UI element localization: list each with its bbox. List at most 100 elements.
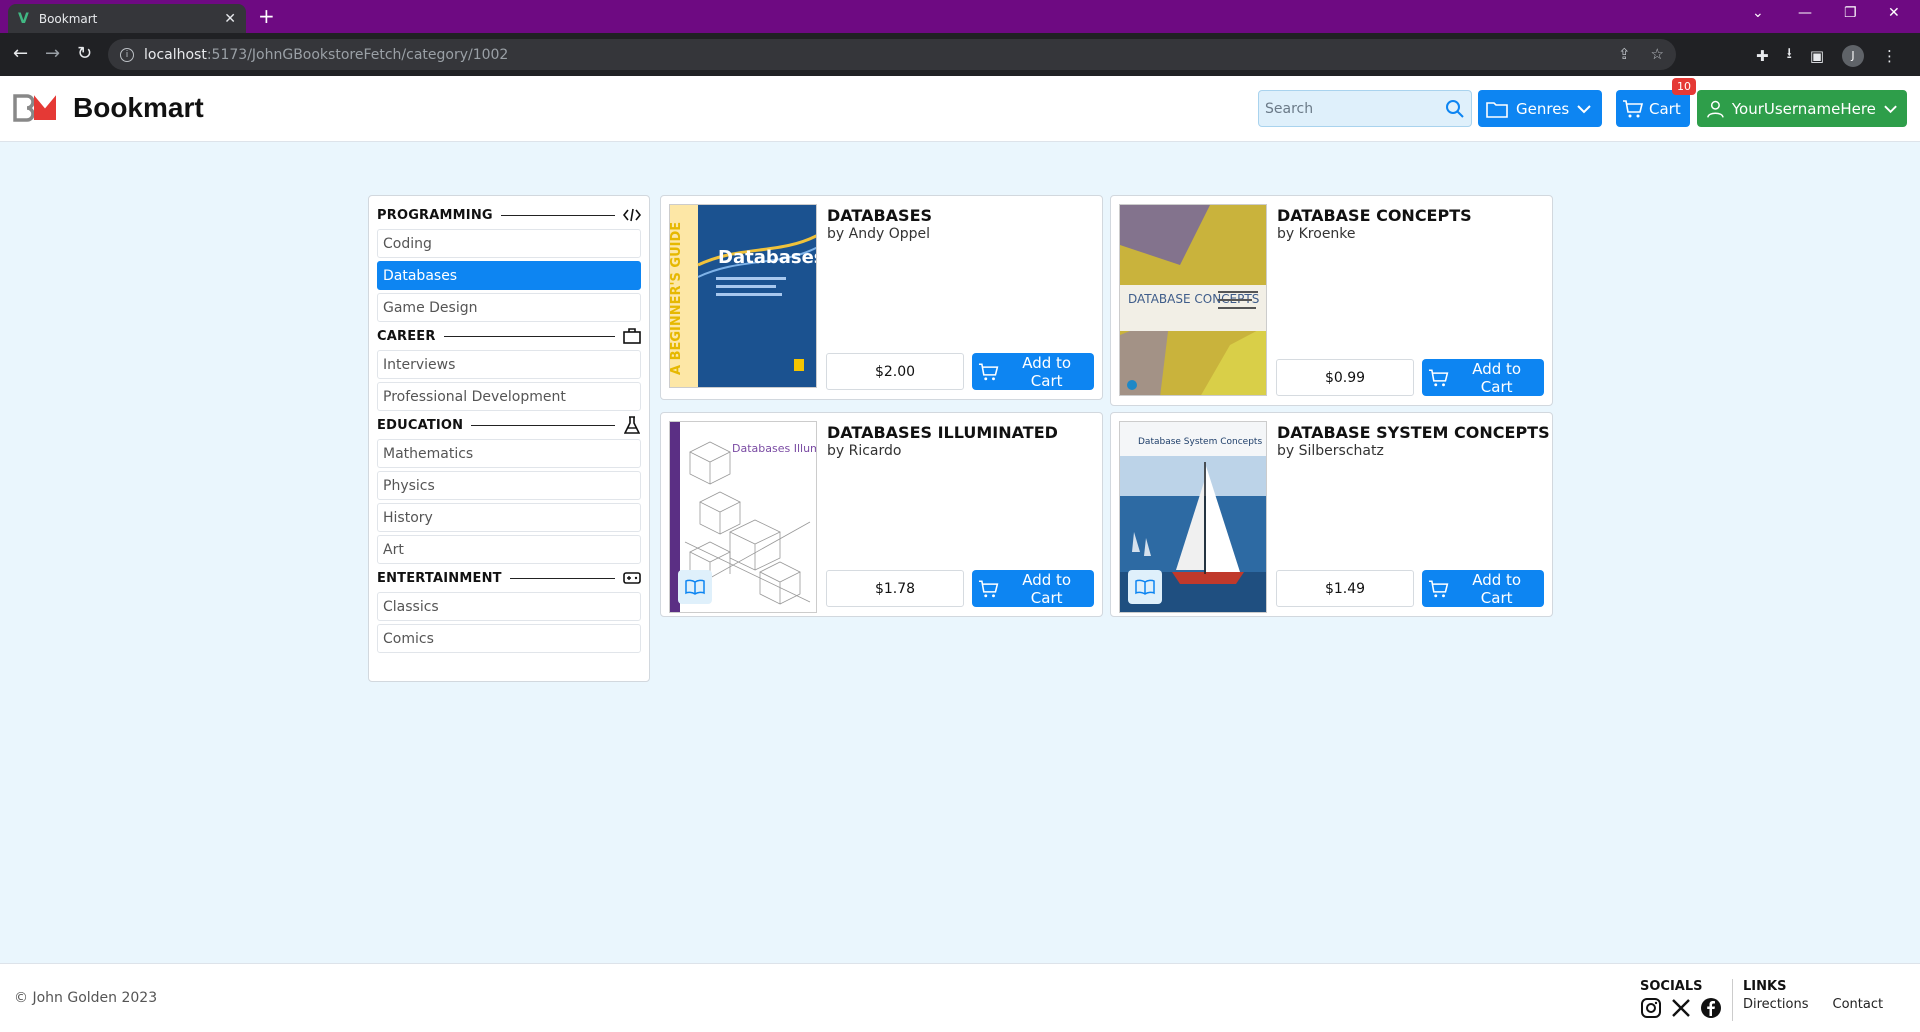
- sidebar-item-history[interactable]: History: [377, 503, 641, 532]
- links-section: LINKS Directions Contact: [1732, 979, 1883, 1021]
- back-icon[interactable]: ←: [13, 43, 28, 64]
- browser-toolbar: ← → ↻ i localhost:5173/JohnGBookstoreFet…: [0, 33, 1920, 76]
- folder-icon: [1486, 101, 1508, 118]
- open-book-icon: [1135, 579, 1155, 595]
- add-to-cart-button[interactable]: Add to Cart: [1422, 570, 1544, 607]
- cover-spine-text: A BEGINNER'S GUIDE: [670, 222, 684, 375]
- bookmark-star-icon[interactable]: ☆: [1651, 45, 1664, 63]
- socials-section: SOCIALS: [1640, 979, 1722, 1019]
- add-to-cart-label: Add to Cart: [1022, 353, 1072, 390]
- price: $0.99: [1276, 359, 1414, 396]
- search-input[interactable]: [1265, 100, 1445, 117]
- download-icon[interactable]: ⭳: [1787, 43, 1792, 68]
- add-to-cart-button[interactable]: Add to Cart: [1422, 359, 1544, 396]
- user-icon: [1707, 100, 1724, 118]
- cover-title-text: Databases: [718, 247, 817, 268]
- read-preview-badge[interactable]: [678, 570, 712, 604]
- browser-tab-bar: V Bookmart ✕ + ⌄ — ❐ ✕: [0, 0, 1920, 33]
- open-book-icon: [685, 579, 705, 595]
- divider: [500, 214, 615, 216]
- book-author: by Kroenke: [1277, 226, 1356, 242]
- book-card: A BEGINNER'S GUIDE Databases DATABASES b…: [660, 195, 1103, 400]
- category-header-programming: PROGRAMMING: [377, 204, 641, 226]
- sidebar-item-databases[interactable]: Databases: [377, 261, 641, 290]
- read-preview-badge[interactable]: [1128, 570, 1162, 604]
- book-cover-art: A BEGINNER'S GUIDE Databases: [670, 205, 817, 387]
- sidebar-item-comics[interactable]: Comics: [377, 624, 641, 653]
- search-box: [1258, 90, 1472, 127]
- genres-button[interactable]: Genres: [1478, 90, 1602, 127]
- divider: [443, 335, 615, 337]
- cart-icon: [1428, 579, 1449, 597]
- category-title: PROGRAMMING: [377, 207, 493, 223]
- book-card: DATABASE CONCEPTS DATABASE CONCEPTS by K…: [1110, 195, 1553, 406]
- add-to-cart-button[interactable]: Add to Cart: [972, 570, 1094, 607]
- info-icon[interactable]: i: [120, 47, 134, 62]
- close-window-icon[interactable]: ✕: [1888, 5, 1900, 21]
- reload-icon[interactable]: ↻: [77, 43, 92, 64]
- logo[interactable]: Bookmart: [13, 92, 204, 124]
- divider: [509, 577, 615, 579]
- minimize-icon[interactable]: —: [1798, 5, 1812, 21]
- book-cover[interactable]: A BEGINNER'S GUIDE Databases: [669, 204, 817, 388]
- book-title[interactable]: DATABASES: [827, 206, 932, 225]
- vue-icon: V: [18, 10, 29, 27]
- sidebar-item-interviews[interactable]: Interviews: [377, 350, 641, 379]
- profile-avatar[interactable]: J: [1842, 44, 1865, 67]
- browser-tab[interactable]: V Bookmart ✕: [8, 4, 246, 33]
- book-cover[interactable]: Database System Concepts: [1119, 421, 1267, 613]
- book-author: by Andy Oppel: [827, 226, 930, 242]
- sidebar-item-art[interactable]: Art: [377, 535, 641, 564]
- book-author: by Silberschatz: [1277, 443, 1384, 459]
- search-icon[interactable]: [1445, 99, 1465, 119]
- footer-link-directions[interactable]: Directions: [1743, 997, 1809, 1012]
- instagram-icon[interactable]: [1640, 997, 1662, 1019]
- cover-title-text: Database System Concepts: [1138, 437, 1262, 447]
- tab-search-icon[interactable]: ⌄: [1752, 5, 1764, 21]
- address-bar[interactable]: i localhost:5173/JohnGBookstoreFetch/cat…: [108, 39, 1676, 70]
- share-icon[interactable]: ⇪: [1618, 45, 1631, 63]
- extensions-icon[interactable]: ✚: [1756, 47, 1769, 65]
- category-header-education: EDUCATION: [377, 414, 641, 436]
- book-cover[interactable]: DATABASE CONCEPTS: [1119, 204, 1267, 396]
- side-panel-icon[interactable]: ▣: [1810, 47, 1824, 65]
- footer-link-contact[interactable]: Contact: [1833, 997, 1884, 1012]
- copyright: © John Golden 2023: [14, 990, 158, 1006]
- forward-icon[interactable]: →: [45, 43, 60, 64]
- add-to-cart-label: Add to Cart: [1472, 359, 1522, 396]
- close-tab-icon[interactable]: ✕: [224, 11, 236, 27]
- category-title: ENTERTAINMENT: [377, 570, 502, 586]
- sidebar-item-coding[interactable]: Coding: [377, 229, 641, 258]
- cart-count-badge: 10: [1672, 78, 1696, 95]
- sidebar-item-classics[interactable]: Classics: [377, 592, 641, 621]
- book-cover[interactable]: Databases Illuminated: [669, 421, 817, 613]
- code-icon: [623, 206, 641, 224]
- price: $1.78: [826, 570, 964, 607]
- restore-icon[interactable]: ❐: [1844, 5, 1857, 21]
- book-title[interactable]: DATABASE SYSTEM CONCEPTS: [1277, 423, 1550, 442]
- cart-button[interactable]: Cart 10: [1616, 78, 1696, 127]
- cart-icon: [1428, 368, 1449, 386]
- sidebar-item-mathematics[interactable]: Mathematics: [377, 439, 641, 468]
- tab-title: Bookmart: [38, 11, 98, 26]
- menu-icon[interactable]: ⋮: [1882, 47, 1897, 65]
- book-card: Databases Illuminated DATABASES ILLUMINA…: [660, 412, 1103, 617]
- url-path: :5173/JohnGBookstoreFetch/category/1002: [206, 46, 509, 63]
- category-title: EDUCATION: [377, 417, 464, 433]
- book-author: by Ricardo: [827, 443, 902, 459]
- facebook-icon[interactable]: [1700, 997, 1722, 1019]
- url-host: localhost: [144, 46, 207, 63]
- new-tab-icon[interactable]: +: [258, 4, 275, 28]
- sidebar-item-professional-development[interactable]: Professional Development: [377, 382, 641, 411]
- sidebar-item-game-design[interactable]: Game Design: [377, 293, 641, 322]
- genres-label: Genres: [1516, 99, 1570, 118]
- book-title[interactable]: DATABASE CONCEPTS: [1277, 206, 1472, 225]
- add-to-cart-button[interactable]: Add to Cart: [972, 353, 1094, 390]
- user-menu-button[interactable]: YourUsernameHere: [1697, 90, 1907, 127]
- sidebar-item-physics[interactable]: Physics: [377, 471, 641, 500]
- x-twitter-icon[interactable]: [1670, 997, 1692, 1019]
- flask-icon: [623, 416, 641, 434]
- book-title[interactable]: DATABASES ILLUMINATED: [827, 423, 1058, 442]
- category-title: CAREER: [377, 328, 436, 344]
- logo-text: Bookmart: [73, 92, 204, 123]
